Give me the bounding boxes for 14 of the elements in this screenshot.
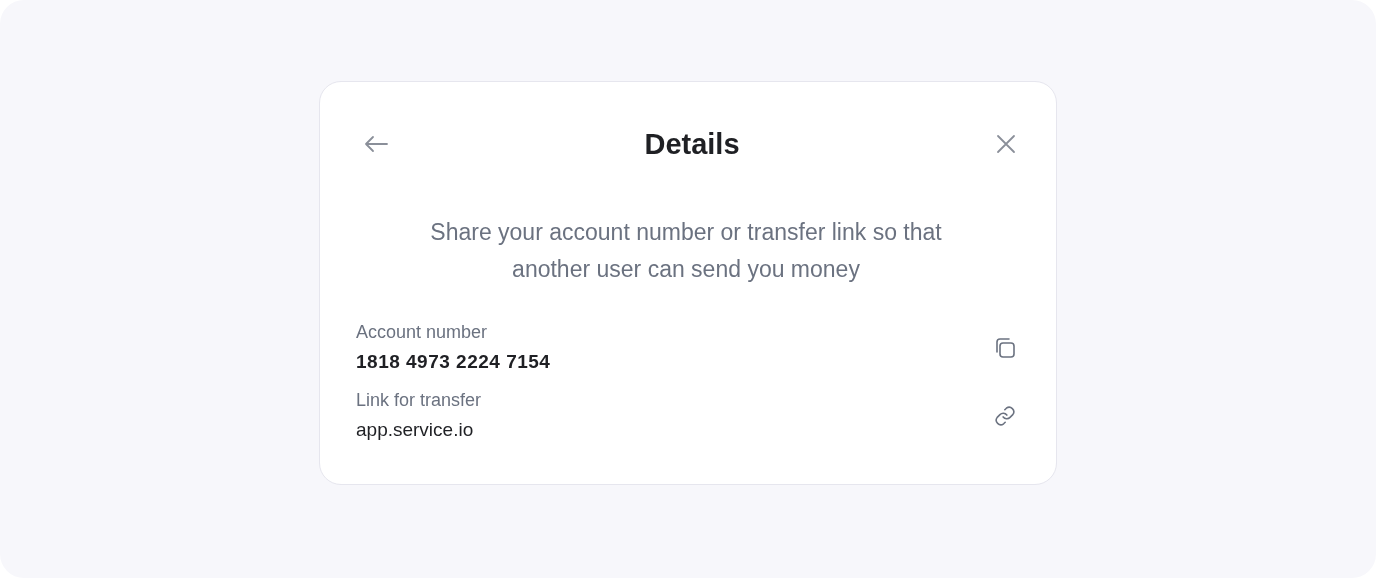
- field-label: Account number: [356, 321, 489, 344]
- back-arrow-icon: [364, 135, 388, 153]
- close-button[interactable]: [996, 134, 1016, 154]
- field-label: Link for transfer: [356, 389, 482, 412]
- field-value: app.service.io: [356, 418, 475, 442]
- copy-button[interactable]: [994, 337, 1016, 359]
- field-value: 1818 4973 2224 7154: [356, 350, 551, 374]
- link-icon: [994, 405, 1016, 427]
- copy-icon: [994, 337, 1016, 359]
- back-button[interactable]: [364, 135, 388, 153]
- close-icon: [996, 134, 1016, 154]
- dialog-description: Share your account number or transfer link so that another user can send you money: [429, 218, 943, 284]
- link-button[interactable]: [994, 405, 1016, 427]
- dialog-title: Details: [644, 127, 740, 161]
